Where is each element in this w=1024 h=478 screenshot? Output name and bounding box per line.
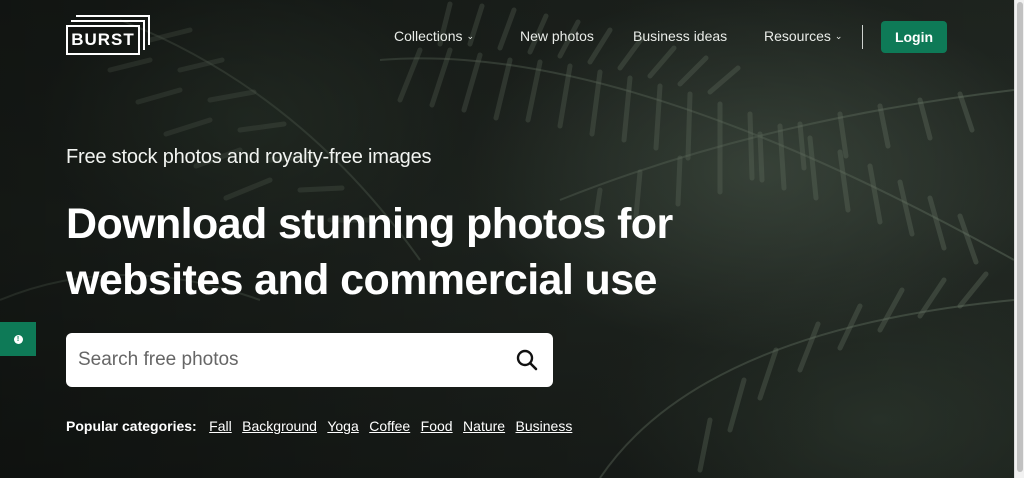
search-button[interactable] <box>511 344 543 376</box>
nav-new-photos[interactable]: New photos <box>520 28 594 44</box>
page-scrollbar[interactable] <box>1014 0 1024 478</box>
headline-line-1: Download stunning photos for <box>66 200 673 248</box>
nav-divider <box>862 25 863 49</box>
nav-label: New photos <box>520 28 594 44</box>
chevron-down-icon: ⌄ <box>834 31 843 41</box>
login-button[interactable]: Login <box>881 21 947 53</box>
category-link-food[interactable]: Food <box>421 418 453 434</box>
burst-logo[interactable]: BURST <box>66 15 152 57</box>
category-link-fall[interactable]: Fall <box>209 418 232 434</box>
nav-collections[interactable]: Collections ⌄ <box>394 28 474 44</box>
chevron-down-icon: ⌄ <box>466 31 475 41</box>
nav-resources[interactable]: Resources ⌄ <box>764 28 842 44</box>
headline-line-2: websites and commercial use <box>66 256 657 304</box>
category-link-yoga[interactable]: Yoga <box>327 418 358 434</box>
nav-business-ideas[interactable]: Business ideas <box>633 28 727 44</box>
search-box <box>66 333 553 387</box>
nav-label: Collections <box>394 28 463 44</box>
popular-categories: Popular categories: Fall Background Yoga… <box>66 418 578 436</box>
category-link-business[interactable]: Business <box>516 418 573 434</box>
category-link-background[interactable]: Background <box>242 418 317 434</box>
category-link-coffee[interactable]: Coffee <box>369 418 410 434</box>
categories-label: Popular categories: <box>66 418 197 434</box>
scrollbar-thumb[interactable] <box>1017 2 1023 472</box>
nav-label: Business ideas <box>633 28 728 44</box>
category-link-nature[interactable]: Nature <box>463 418 505 434</box>
logo-text: BURST <box>66 25 140 55</box>
search-input[interactable] <box>78 333 498 387</box>
info-icon: ! <box>13 334 23 344</box>
hero-headline: Download stunning photos for websites an… <box>66 196 766 308</box>
search-icon <box>516 349 538 371</box>
hero-subtitle: Free stock photos and royalty-free image… <box>66 146 432 168</box>
nav-label: Resources <box>764 28 831 44</box>
feedback-tab[interactable]: ! <box>0 322 36 356</box>
